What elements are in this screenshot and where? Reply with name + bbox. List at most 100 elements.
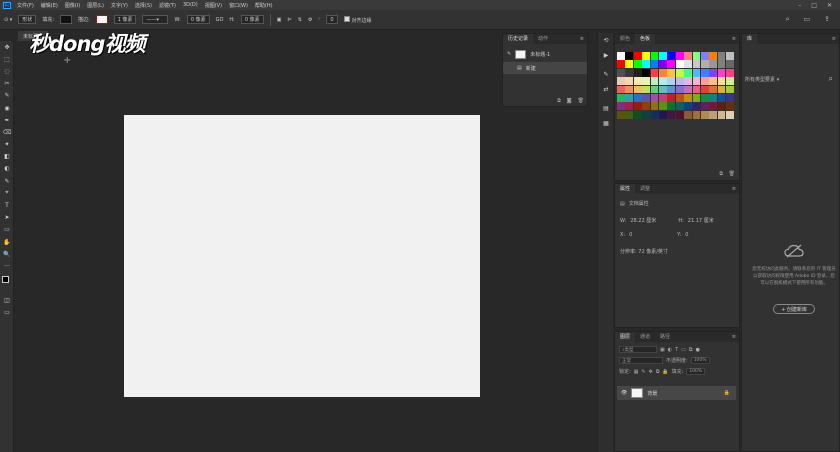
color-swatch[interactable] xyxy=(617,68,625,77)
color-swatch[interactable] xyxy=(633,102,642,111)
library-type-select[interactable]: 所有类型要素 ▾ xyxy=(745,76,779,83)
color-swatch[interactable] xyxy=(633,60,642,69)
eraser-tool-icon[interactable]: ⌫ xyxy=(0,126,14,138)
filter-shape-icon[interactable]: ▭ xyxy=(681,347,686,353)
color-swatch[interactable] xyxy=(658,85,667,94)
shape-tool-icon[interactable]: ▭ xyxy=(0,224,14,236)
filter-pixel-icon[interactable]: ▣ xyxy=(660,347,665,353)
color-swatch[interactable] xyxy=(700,77,709,85)
color-swatch[interactable] xyxy=(675,60,684,69)
tab-channels[interactable]: 通道 xyxy=(635,332,655,342)
menu-image[interactable]: 图像(I) xyxy=(65,2,80,9)
color-swatch[interactable] xyxy=(667,60,676,69)
new-swatch-icon[interactable]: ⧉ xyxy=(719,171,723,177)
color-swatch[interactable] xyxy=(692,93,701,102)
lock-position-icon[interactable]: ✥ xyxy=(649,369,653,375)
clone-source-icon[interactable]: ▤ xyxy=(598,101,614,116)
color-swatch[interactable] xyxy=(658,77,667,85)
tab-swatches[interactable]: 色板 xyxy=(635,34,656,44)
color-swatch[interactable] xyxy=(625,77,634,85)
color-swatch[interactable] xyxy=(717,77,726,85)
maximize-icon[interactable]: □ xyxy=(811,2,817,9)
color-swatch[interactable] xyxy=(667,52,676,60)
color-swatch[interactable] xyxy=(709,77,718,85)
color-swatch[interactable] xyxy=(667,93,676,102)
menu-filter[interactable]: 滤镜(T) xyxy=(159,2,176,9)
path-alignment-icon[interactable]: ⊫ xyxy=(287,17,291,23)
history-state[interactable]: ▤ 新建 xyxy=(503,62,587,74)
color-swatch[interactable] xyxy=(684,85,692,94)
search-icon[interactable]: ⌕ xyxy=(786,15,790,24)
color-swatch[interactable] xyxy=(617,110,625,119)
color-swatch[interactable] xyxy=(717,102,726,111)
color-swatch[interactable] xyxy=(633,77,642,85)
workspace-icon[interactable]: ▭ xyxy=(804,15,811,24)
crop-tool-icon[interactable]: ✂ xyxy=(0,78,14,90)
panel-menu-icon[interactable]: ≡ xyxy=(732,186,736,192)
link-icon[interactable]: GO xyxy=(216,17,224,23)
color-swatch[interactable] xyxy=(692,110,701,119)
tool-preset-icon[interactable]: ⊙ ▾ xyxy=(4,17,12,23)
actions-panel-icon[interactable]: ▶ xyxy=(598,48,614,63)
stroke-swatch[interactable] xyxy=(95,15,108,24)
lock-all-icon[interactable]: 🔒 xyxy=(662,369,668,375)
color-swatch[interactable] xyxy=(675,110,684,119)
menu-type[interactable]: 文字(Y) xyxy=(111,2,128,9)
color-swatch[interactable] xyxy=(692,77,701,85)
minimize-icon[interactable]: – xyxy=(798,2,801,9)
stroke-width-input[interactable]: 1 像素 xyxy=(113,15,137,24)
color-swatch[interactable] xyxy=(642,60,650,69)
tab-properties[interactable]: 属性 xyxy=(615,184,636,194)
color-swatch[interactable] xyxy=(650,60,659,69)
color-swatch[interactable] xyxy=(726,110,734,119)
color-swatch[interactable] xyxy=(642,68,650,77)
color-swatch[interactable] xyxy=(658,102,667,111)
height-input[interactable]: 0 像素 xyxy=(240,15,264,24)
color-swatch[interactable] xyxy=(726,77,734,85)
color-swatch[interactable] xyxy=(692,52,701,60)
color-swatch[interactable] xyxy=(709,93,718,102)
color-swatch[interactable] xyxy=(717,110,726,119)
color-swatch[interactable] xyxy=(625,93,634,102)
color-swatch[interactable] xyxy=(625,110,634,119)
color-swatch[interactable] xyxy=(617,60,625,69)
settings-gear-icon[interactable]: ⚙ xyxy=(308,17,312,23)
filter-type-icon[interactable]: T xyxy=(675,347,678,353)
color-swatch[interactable] xyxy=(717,85,726,94)
color-swatch[interactable] xyxy=(633,68,642,77)
color-swatch[interactable] xyxy=(726,85,734,94)
color-swatch[interactable] xyxy=(650,93,659,102)
menu-view[interactable]: 视图(V) xyxy=(205,2,222,9)
marquee-tool-icon[interactable]: ⬚ xyxy=(0,53,14,65)
color-swatch[interactable] xyxy=(700,85,709,94)
layer-filter-select[interactable]: ⌕ 类型 xyxy=(619,346,657,353)
height-value[interactable]: 21.17 厘米 xyxy=(688,217,714,224)
menu-edit[interactable]: 编辑(E) xyxy=(41,2,58,9)
color-swatch[interactable] xyxy=(684,60,692,69)
color-swatch[interactable] xyxy=(667,85,676,94)
color-swatch[interactable] xyxy=(650,68,659,77)
menu-select[interactable]: 选择(S) xyxy=(135,2,152,9)
tab-layers[interactable]: 图层 xyxy=(615,332,636,342)
tab-color[interactable]: 颜色 xyxy=(615,34,635,44)
y-value[interactable]: 0 xyxy=(685,232,688,238)
color-swatch[interactable] xyxy=(700,102,709,111)
color-swatch[interactable] xyxy=(658,68,667,77)
corner-radius-input[interactable]: 0 xyxy=(326,15,338,24)
pen-tool-icon[interactable]: ✎ xyxy=(0,175,14,187)
color-swatch[interactable] xyxy=(700,60,709,69)
color-swatch[interactable] xyxy=(675,85,684,94)
color-swatch[interactable] xyxy=(717,93,726,102)
fill-input[interactable]: 100% xyxy=(686,368,706,375)
filter-toggle-icon[interactable]: ● xyxy=(695,347,699,353)
color-swatch[interactable] xyxy=(692,60,701,69)
zoom-tool-icon[interactable]: 🔍 xyxy=(0,248,14,260)
color-swatch[interactable] xyxy=(675,77,684,85)
panel-menu-icon[interactable]: ≡ xyxy=(832,36,836,42)
color-swatch[interactable] xyxy=(709,110,718,119)
color-swatch[interactable] xyxy=(709,102,718,111)
foreground-color[interactable] xyxy=(2,275,9,283)
color-swatch[interactable] xyxy=(633,110,642,119)
new-document-from-state-icon[interactable]: ⧉ xyxy=(557,98,561,104)
color-swatch[interactable] xyxy=(633,52,642,60)
